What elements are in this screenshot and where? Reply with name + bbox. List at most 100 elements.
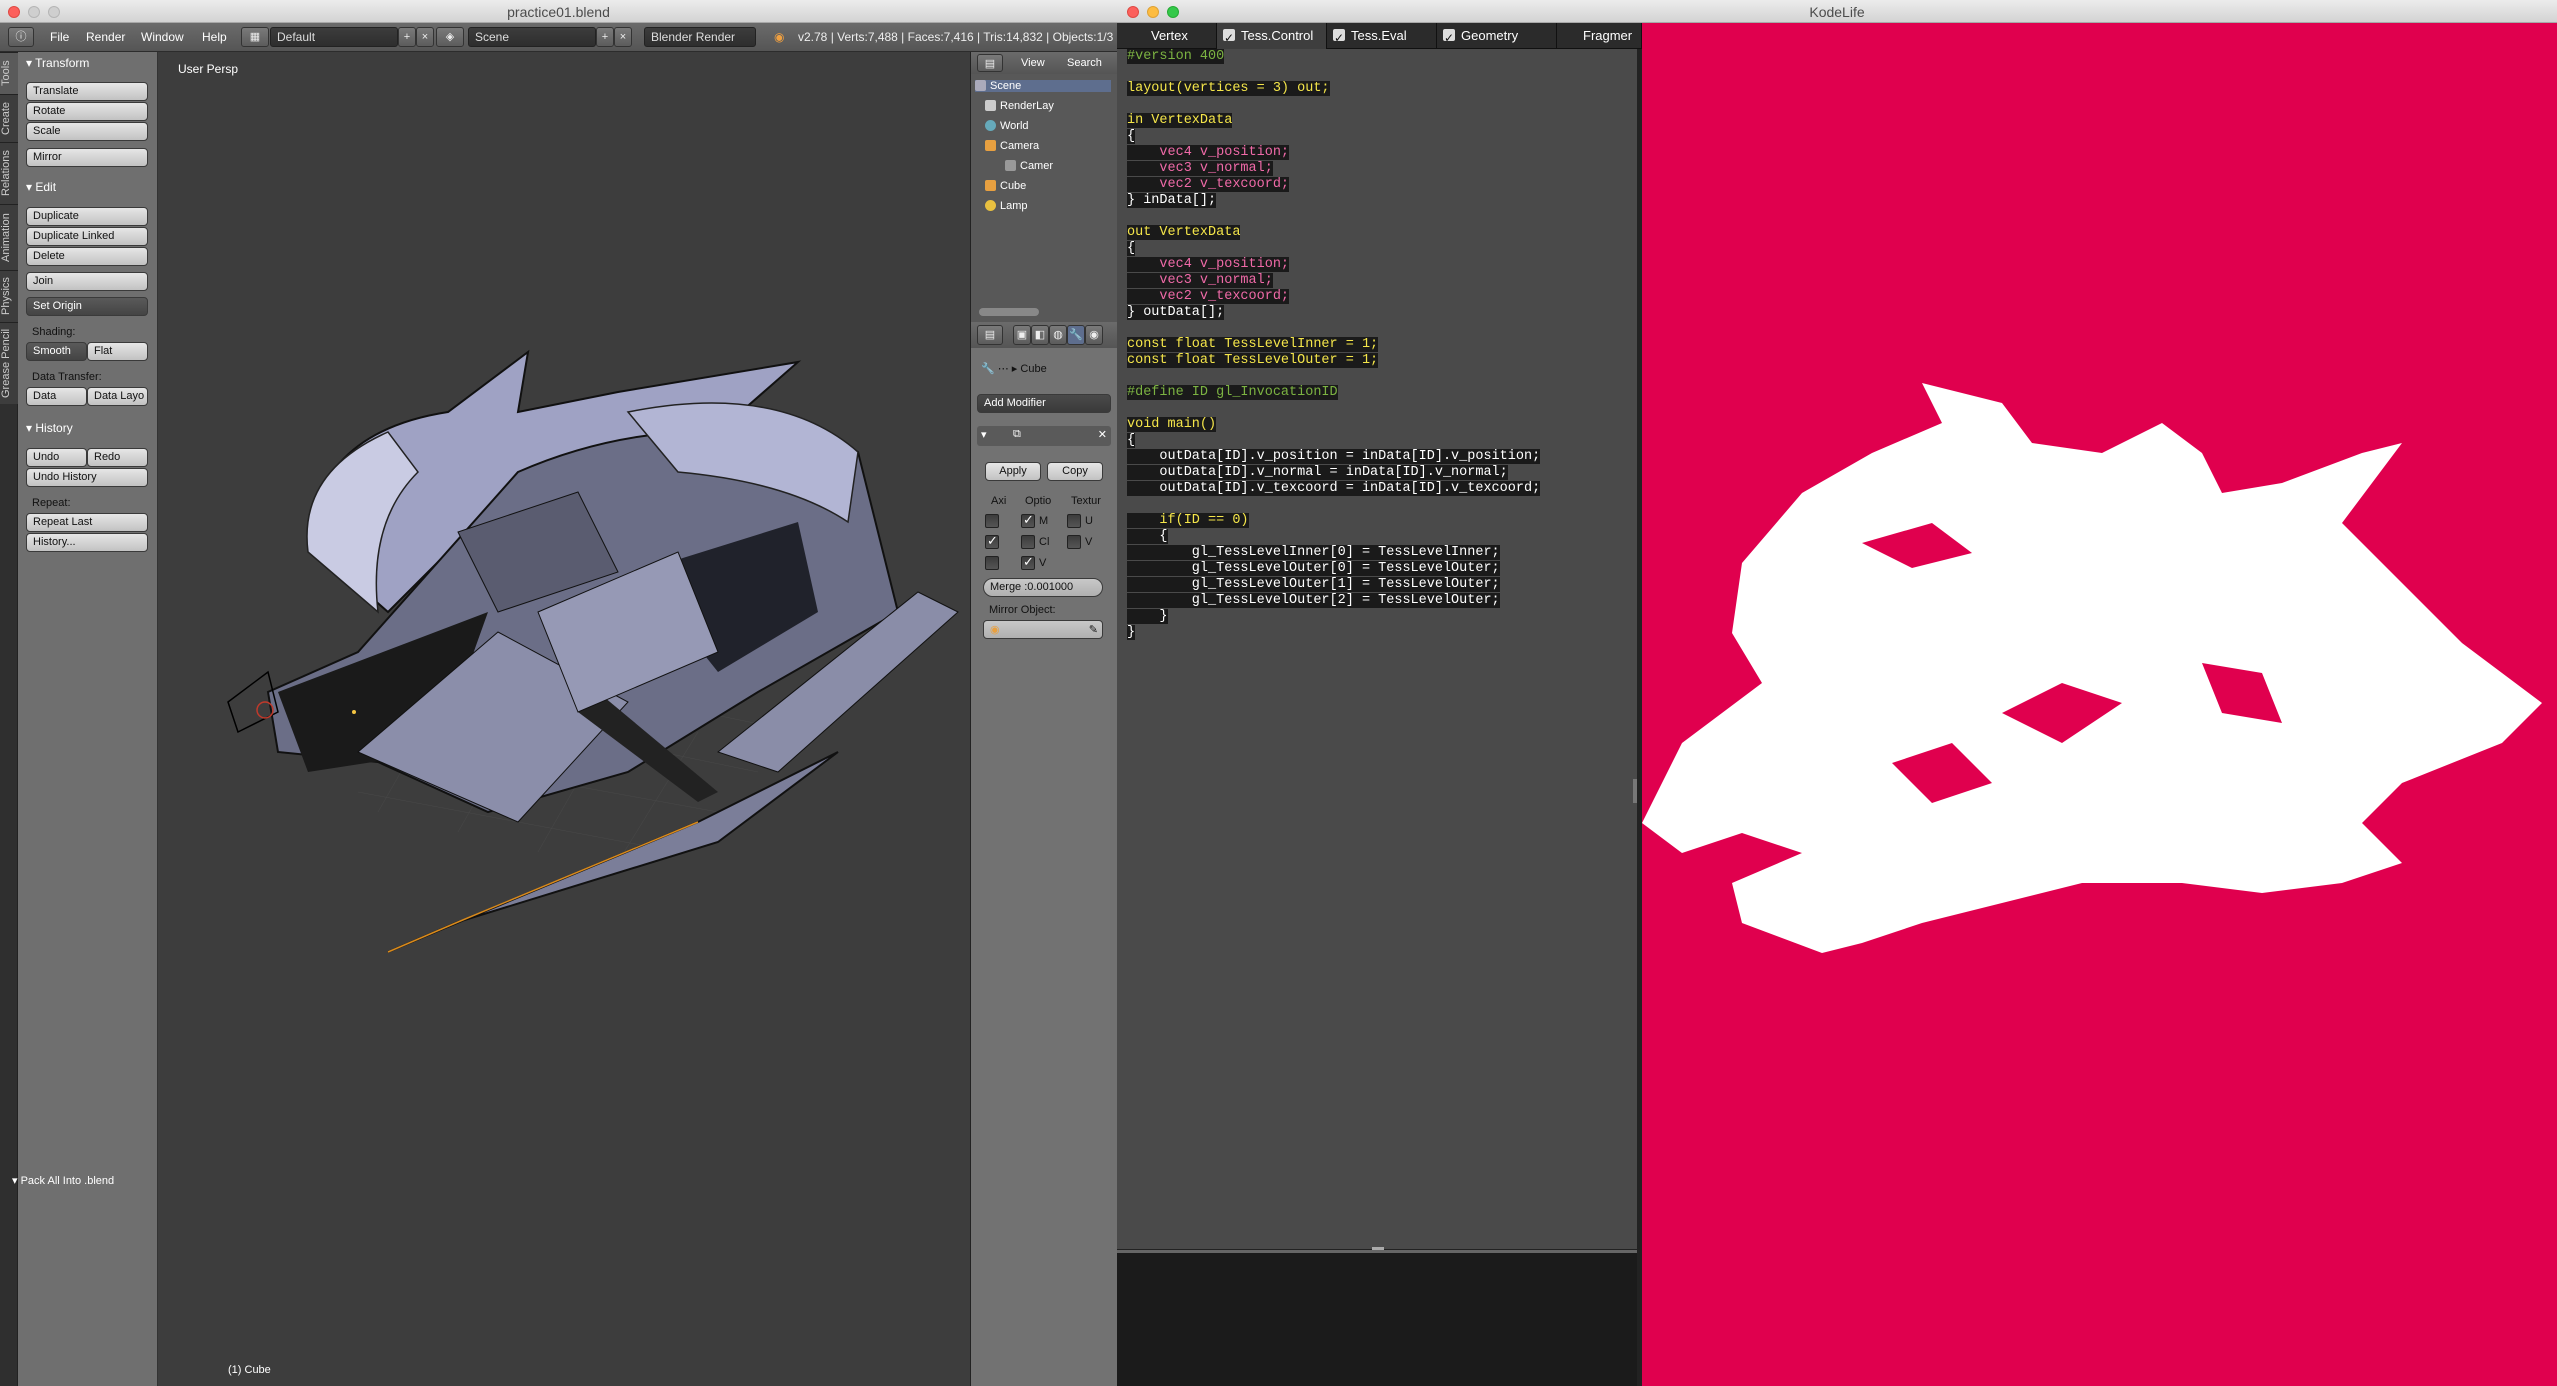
menu-help[interactable]: Help — [202, 30, 227, 44]
data-button[interactable]: Data — [26, 387, 87, 406]
apply-button[interactable]: Apply — [985, 462, 1041, 481]
tab-tess-eval[interactable]: Tess.Eval — [1327, 23, 1437, 51]
remove-scene-icon[interactable]: × — [614, 27, 632, 47]
smooth-button[interactable]: Smooth — [26, 342, 87, 361]
eyedropper-icon[interactable]: ✎ — [1089, 623, 1098, 636]
collapse-icon[interactable]: ▾ — [981, 428, 987, 441]
outliner-item-world[interactable]: World — [985, 120, 1029, 132]
console-resize-handle[interactable] — [1372, 1247, 1384, 1250]
remove-modifier-icon[interactable]: ✕ — [1098, 428, 1107, 441]
code-line[interactable]: outData[ID].v_normal = inData[ID].v_norm… — [1127, 465, 1540, 481]
panel-transform-header[interactable]: ▾ Transform — [26, 56, 89, 70]
tab-animation[interactable]: Animation — [0, 204, 18, 270]
outliner-item-scene[interactable]: Scene — [975, 80, 1111, 92]
3d-viewport[interactable]: User Persp (1) Cube — [158, 52, 970, 1386]
code-line[interactable]: outData[ID].v_position = inData[ID].v_po… — [1127, 449, 1541, 465]
scene-select[interactable]: Scene — [468, 27, 596, 47]
code-line[interactable]: vec4 v_position; — [1127, 257, 1540, 273]
code-line[interactable]: vec4 v_position; — [1127, 145, 1540, 161]
world-tab-icon[interactable]: ◍ — [1049, 325, 1067, 345]
rotate-button[interactable]: Rotate — [26, 102, 148, 121]
outliner-item-cube[interactable]: Cube — [985, 180, 1026, 192]
object-tab-icon[interactable]: ◉ — [1085, 325, 1103, 345]
axis-x-checkbox[interactable] — [985, 514, 999, 528]
render-engine-select[interactable]: Blender Render — [644, 27, 756, 47]
code-line[interactable] — [1127, 97, 1540, 113]
outliner-item-renderlayer[interactable]: RenderLay — [985, 100, 1054, 112]
code-line[interactable]: vec2 v_texcoord; — [1127, 289, 1540, 305]
menu-window[interactable]: Window — [141, 30, 184, 44]
render-tab-icon[interactable]: ▣ — [1013, 325, 1031, 345]
scene-icon[interactable]: ◈ — [436, 27, 464, 47]
translate-button[interactable]: Translate — [26, 82, 148, 101]
pack-all-operator[interactable]: ▾ Pack All Into .blend — [12, 1174, 114, 1187]
tab-fragment[interactable]: Fragmer — [1557, 23, 1642, 49]
code-line[interactable]: const float TessLevelInner = 1; — [1127, 337, 1540, 353]
repeat-last-button[interactable]: Repeat Last — [26, 513, 148, 532]
mirror-u-checkbox[interactable] — [1067, 514, 1081, 528]
outliner-item-camera[interactable]: Camera — [985, 140, 1039, 152]
tab-tools[interactable]: Tools — [0, 52, 18, 94]
code-line[interactable]: if(ID == 0) — [1127, 513, 1540, 529]
remove-layout-icon[interactable]: × — [416, 27, 434, 47]
add-scene-icon[interactable]: + — [596, 27, 614, 47]
duplicate-linked-button[interactable]: Duplicate Linked — [26, 227, 148, 246]
code-line[interactable]: gl_TessLevelOuter[1] = TessLevelOuter; — [1127, 577, 1540, 593]
tab-grease-pencil[interactable]: Grease Pencil — [0, 322, 18, 404]
code-line[interactable]: in VertexData — [1127, 113, 1540, 129]
tess-eval-checkbox[interactable] — [1333, 25, 1345, 51]
outliner-editor-icon[interactable]: ▤ — [977, 54, 1003, 72]
code-line[interactable]: #version 400 — [1127, 49, 1540, 65]
code-line[interactable]: void main() — [1127, 417, 1540, 433]
tab-vertex[interactable]: Vertex — [1117, 23, 1217, 49]
layout-select[interactable]: Default — [270, 27, 398, 47]
duplicate-button[interactable]: Duplicate — [26, 207, 148, 226]
redo-button[interactable]: Redo — [87, 448, 148, 467]
code-line[interactable]: vec2 v_texcoord; — [1127, 177, 1540, 193]
code-line[interactable]: layout(vertices = 3) out; — [1127, 81, 1540, 97]
mirror-button[interactable]: Mirror — [26, 148, 148, 167]
tab-create[interactable]: Create — [0, 94, 18, 142]
mirror-object-field[interactable]: ◉ ✎ — [983, 620, 1103, 639]
outliner-item-camera-data[interactable]: Camer — [1005, 160, 1053, 172]
mirror-v-checkbox[interactable] — [1067, 535, 1081, 549]
code-line[interactable]: { — [1127, 529, 1540, 545]
code-line[interactable]: { — [1127, 241, 1540, 257]
outliner-search-menu[interactable]: Search — [1067, 57, 1102, 69]
code-line[interactable] — [1127, 369, 1540, 385]
merge-checkbox[interactable] — [1021, 512, 1035, 528]
merge-distance-field[interactable]: Merge :0.001000 — [983, 578, 1103, 597]
add-modifier-select[interactable]: Add Modifier — [977, 394, 1111, 413]
code-line[interactable] — [1127, 209, 1540, 225]
set-origin-select[interactable]: Set Origin — [26, 297, 148, 316]
code-editor[interactable]: #version 400 layout(vertices = 3) out; in … — [1117, 49, 1637, 1249]
code-line[interactable] — [1127, 401, 1540, 417]
editor-resize-handle[interactable] — [1633, 779, 1637, 803]
clipping-checkbox[interactable] — [1021, 535, 1035, 549]
panel-edit-header[interactable]: ▾ Edit — [26, 180, 56, 194]
code-line[interactable]: gl_TessLevelOuter[2] = TessLevelOuter; — [1127, 593, 1540, 609]
code-line[interactable]: out VertexData — [1127, 225, 1540, 241]
panel-history-header[interactable]: ▾ History — [26, 421, 73, 435]
code-line[interactable]: { — [1127, 129, 1540, 145]
undo-button[interactable]: Undo — [26, 448, 87, 467]
tab-geometry[interactable]: Geometry — [1437, 23, 1557, 51]
axis-z-checkbox[interactable] — [985, 556, 999, 570]
geometry-checkbox[interactable] — [1443, 25, 1455, 51]
outliner-item-lamp[interactable]: Lamp — [985, 200, 1028, 212]
screen-layout-icon[interactable]: ▦ — [241, 27, 269, 47]
properties-editor-icon[interactable]: ▤ — [977, 325, 1003, 345]
history-button[interactable]: History... — [26, 533, 148, 552]
modifier-tab-icon[interactable]: 🔧 — [1067, 325, 1085, 345]
outliner-view-menu[interactable]: View — [1021, 57, 1045, 69]
code-line[interactable]: gl_TessLevelOuter[0] = TessLevelOuter; — [1127, 561, 1540, 577]
code-line[interactable]: vec3 v_normal; — [1127, 273, 1540, 289]
scale-button[interactable]: Scale — [26, 122, 148, 141]
code-line[interactable] — [1127, 65, 1540, 81]
menu-file[interactable]: File — [50, 30, 69, 44]
code-line[interactable]: outData[ID].v_texcoord = inData[ID].v_te… — [1127, 481, 1541, 497]
code-line[interactable] — [1127, 497, 1540, 513]
tab-physics[interactable]: Physics — [0, 270, 18, 322]
data-layout-button[interactable]: Data Layo — [87, 387, 148, 406]
code-line[interactable]: } outData[]; — [1127, 305, 1540, 321]
